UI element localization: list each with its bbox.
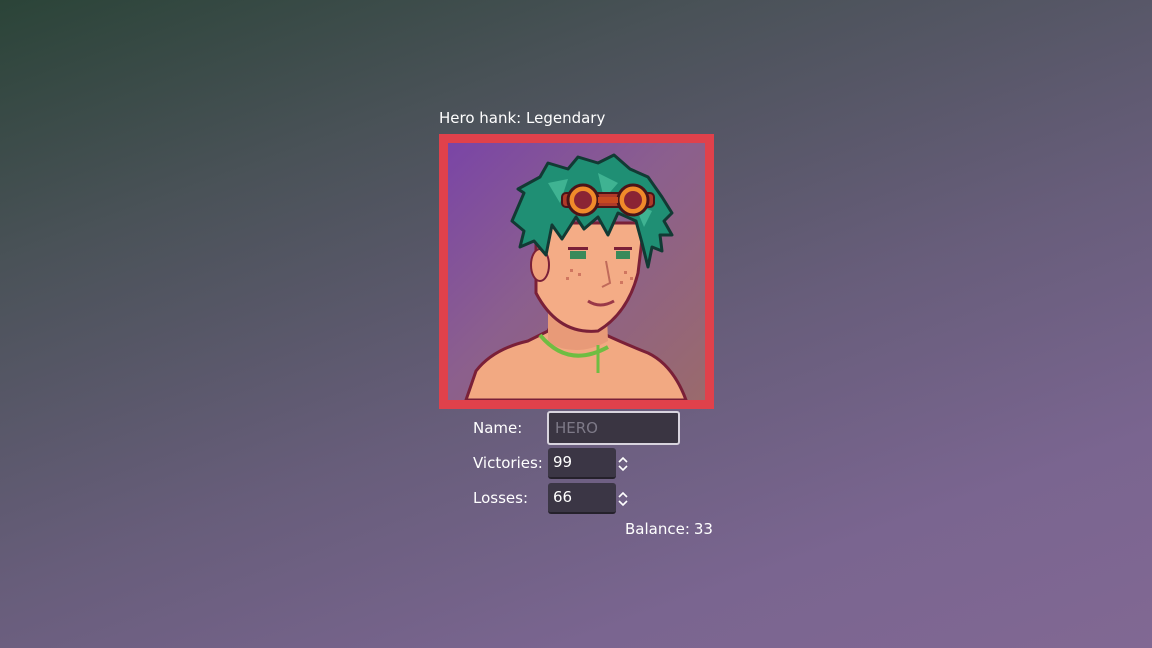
hero-portrait <box>464 153 688 400</box>
balance-value: 33 <box>693 520 713 538</box>
name-label: Name: <box>473 419 523 437</box>
losses-chevron-up-down-icon[interactable] <box>617 490 629 508</box>
name-input[interactable] <box>547 411 680 445</box>
balance-readout: Balance: 33 <box>625 520 713 538</box>
balance-label: Balance: <box>625 520 690 538</box>
victories-spinbox[interactable]: 99 <box>548 448 616 479</box>
victories-label: Victories: <box>473 454 543 472</box>
hero-rank-title: Hero hank: Legendary <box>439 109 606 127</box>
victories-chevron-up-down-icon[interactable] <box>617 455 629 473</box>
losses-spinbox[interactable]: 66 <box>548 483 616 514</box>
portrait-frame <box>439 134 714 409</box>
losses-label: Losses: <box>473 489 528 507</box>
